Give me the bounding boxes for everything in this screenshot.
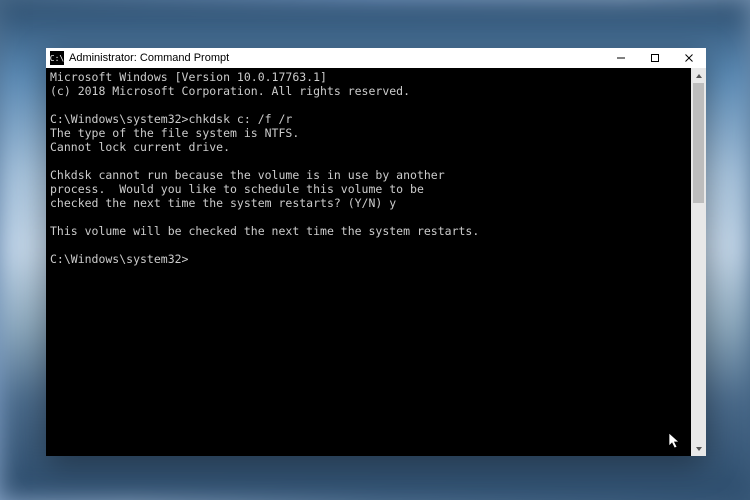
terminal-area: Microsoft Windows [Version 10.0.17763.1]… [46, 68, 706, 456]
maximize-button[interactable] [638, 48, 672, 68]
terminal-output[interactable]: Microsoft Windows [Version 10.0.17763.1]… [46, 68, 691, 456]
command-prompt-window: C:\ Administrator: Command Prompt Micros… [46, 48, 706, 456]
line: (c) 2018 Microsoft Corporation. All righ… [50, 84, 410, 98]
vertical-scrollbar[interactable] [691, 68, 706, 456]
line: This volume will be checked the next tim… [50, 224, 479, 238]
titlebar[interactable]: C:\ Administrator: Command Prompt [46, 48, 706, 68]
minimize-button[interactable] [604, 48, 638, 68]
scroll-down-button[interactable] [691, 441, 706, 456]
line: C:\Windows\system32>chkdsk c: /f /r [50, 112, 292, 126]
scrollbar-thumb[interactable] [693, 83, 704, 203]
line: Chkdsk cannot run because the volume is … [50, 168, 445, 182]
cmd-icon-glyph: C:\ [50, 54, 64, 63]
line: Microsoft Windows [Version 10.0.17763.1] [50, 70, 327, 84]
line: process. Would you like to schedule this… [50, 182, 424, 196]
line: checked the next time the system restart… [50, 196, 396, 210]
scroll-up-button[interactable] [691, 68, 706, 83]
close-button[interactable] [672, 48, 706, 68]
line: The type of the file system is NTFS. [50, 126, 299, 140]
cmd-icon: C:\ [50, 51, 64, 65]
line: Cannot lock current drive. [50, 140, 230, 154]
window-title: Administrator: Command Prompt [69, 52, 229, 64]
line: C:\Windows\system32> [50, 252, 188, 266]
